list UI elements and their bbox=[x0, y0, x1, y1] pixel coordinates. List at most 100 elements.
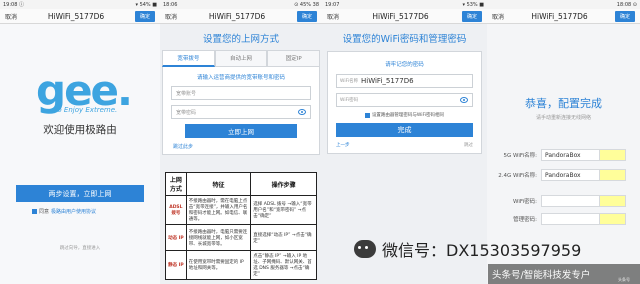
highlight-mark bbox=[600, 213, 626, 225]
info-key: WiFi密码: bbox=[513, 199, 537, 205]
network-title: HiWiFi_5177D6 bbox=[208, 11, 266, 21]
info-value: PandoraBox bbox=[541, 149, 600, 161]
connect-now-button[interactable]: 立即上网 bbox=[185, 124, 297, 138]
network-title: HiWiFi_5177D6 bbox=[47, 11, 105, 21]
info-key: 2.4G WiFi名称: bbox=[498, 173, 537, 179]
wifi-name-input[interactable]: WiFi名称 HiWiFi_5177D6 bbox=[336, 74, 473, 88]
agree-prefix: 同意 bbox=[39, 209, 50, 215]
welcome-panel: 19:08 ⓘ ▾ 54% ■ 取消 HiWiFi_5177D6 确定 gee.… bbox=[0, 0, 160, 284]
status-bar: 18:08 ⊙ bbox=[487, 0, 640, 9]
network-title: HiWiFi_5177D6 bbox=[372, 11, 429, 21]
wechat-watermark: 微信号：DX15303597959 bbox=[354, 238, 640, 260]
feature-cell: 不接路由器时，电脑只需要连接网线就能上网，如小区宽带、长城宽带等。 bbox=[185, 224, 252, 251]
status-left: 19:08 ⓘ bbox=[3, 2, 24, 8]
cancel-button[interactable]: 取消 bbox=[327, 12, 339, 21]
wechat-icon bbox=[354, 240, 376, 258]
status-right: 18:08 ⊙ bbox=[616, 1, 637, 8]
top-bar: 取消 HiWiFi_5177D6 确定 bbox=[322, 9, 487, 24]
page-title: 设置您的上网方式 bbox=[202, 34, 279, 45]
steps-cell: 点击“静态 IP” →输入 IP 地址、子网掩码、默认网关、首选 DNS 服务器… bbox=[250, 250, 317, 280]
account-placeholder: 宽带账号 bbox=[176, 90, 197, 97]
skip-link[interactable]: 跳过 bbox=[464, 142, 473, 148]
wechat-id-text: 微信号：DX15303597959 bbox=[382, 241, 582, 260]
two-step-setup-button[interactable]: 两步设置，立即上网 bbox=[16, 185, 144, 202]
agreement-row: 同意 极路由用户使用协议 bbox=[32, 208, 96, 215]
wifi-password-label: WiFi密码 bbox=[340, 98, 359, 103]
cancel-button[interactable]: 取消 bbox=[5, 12, 17, 21]
cancel-button[interactable]: 取消 bbox=[492, 12, 504, 21]
confirm-button[interactable]: 确定 bbox=[461, 10, 482, 22]
status-bar: 18:06 ⊙ 45% 38 bbox=[160, 0, 322, 9]
confirm-button[interactable]: 确定 bbox=[134, 10, 155, 22]
table-row: 动态 IP 不接路由器时，电脑只需要连接网线就能上网，如小区宽带、长城宽带等。 … bbox=[165, 224, 317, 251]
info-key: 5G WiFi名称: bbox=[503, 153, 538, 159]
credit-text: 头条号/智能科技发专户 bbox=[492, 270, 591, 281]
feature-cell: 不接路由器时，需在电脑上点击“宽带连接”，并输入用户名和密码才能上网。如电信、联… bbox=[185, 195, 252, 225]
highlight-mark bbox=[600, 149, 626, 161]
account-input[interactable]: 宽带账号 bbox=[171, 86, 311, 100]
finish-button[interactable]: 完成 bbox=[336, 123, 473, 137]
table-row: 静态 IP 在使用宽带时需要固定的 IP 地址和网关等。 点击“静态 IP” →… bbox=[165, 250, 317, 280]
password-input[interactable]: 宽带密码 bbox=[171, 105, 311, 119]
wifi-name-value: HiWiFi_5177D6 bbox=[361, 77, 414, 85]
form-links: 跳过此步 bbox=[171, 143, 311, 150]
same-password-checkbox[interactable] bbox=[364, 112, 370, 118]
page-title: 设置您的WiFi密码和管理密码 bbox=[342, 34, 467, 45]
same-password-option[interactable]: 设置路由器管理密码与WiFi密码相同 bbox=[336, 112, 473, 118]
mode-tabs: 宽带拨号 自动上网 固定IP bbox=[162, 50, 321, 67]
top-bar: 取消 HiWiFi_5177D6 确定 bbox=[487, 9, 640, 24]
agreement-link[interactable]: 极路由用户使用协议 bbox=[51, 208, 96, 215]
info-value bbox=[541, 213, 600, 225]
network-title: HiWiFi_5177D6 bbox=[531, 11, 588, 21]
eye-icon[interactable] bbox=[460, 97, 468, 103]
confirm-button[interactable]: 确定 bbox=[296, 10, 317, 22]
form-links: 上一步 跳过 bbox=[336, 142, 473, 148]
mode-cell: 动态 IP bbox=[165, 224, 187, 251]
tab-static-ip[interactable]: 固定IP bbox=[267, 50, 321, 67]
table-header: 操作步骤 bbox=[250, 172, 317, 196]
skip-step-link[interactable]: 跳过此步 bbox=[173, 143, 193, 150]
steps-cell: 选择 ADSL 拨号 →输入“宽带用户名”和“宽带密码” →点击“确定” bbox=[250, 195, 317, 225]
skip-guide-link[interactable]: 跳过向导，直接进入 bbox=[0, 245, 160, 251]
internet-mode-panel: 18:06 ⊙ 45% 38 取消 HiWiFi_5177D6 确定 设置您的上… bbox=[160, 0, 322, 284]
pppoe-form: 请输入运营商提供的宽带账号和密码 宽带账号 宽带密码 立即上网 跳过此步 bbox=[162, 67, 320, 155]
same-password-label: 设置路由器管理密码与WiFi密码相同 bbox=[371, 113, 445, 118]
previous-step-link[interactable]: 上一步 bbox=[336, 142, 350, 148]
collage-stage: 19:08 ⓘ ▾ 54% ■ 取消 HiWiFi_5177D6 确定 gee.… bbox=[0, 0, 640, 284]
info-row-5g: 5G WiFi名称: PandoraBox bbox=[493, 149, 626, 161]
wifi-password-input[interactable]: WiFi密码 bbox=[336, 93, 473, 107]
steps-cell: 直接选择“动态 IP” →点击“确定” bbox=[250, 224, 317, 251]
info-key: 管理密码: bbox=[513, 217, 537, 223]
info-value: PandoraBox bbox=[541, 169, 600, 181]
feature-cell: 在使用宽带时需要固定的 IP 地址和网关等。 bbox=[185, 250, 252, 280]
gee-tagline: Go Enjoy Extreme. bbox=[52, 106, 118, 114]
eye-icon[interactable] bbox=[298, 109, 306, 115]
mode-help-table: 上网方式 特征 操作步骤 ADSL拨号 不接路由器时，需在电脑上点击“宽带连接”… bbox=[165, 172, 317, 280]
tab-pppoe[interactable]: 宽带拨号 bbox=[162, 50, 215, 67]
table-header: 上网方式 bbox=[165, 172, 187, 196]
status-right: ▾ 53% ■ bbox=[462, 1, 484, 8]
mode-cell: ADSL拨号 bbox=[165, 195, 187, 225]
highlight-mark bbox=[600, 195, 626, 207]
wifi-name-label: WiFi名称 bbox=[340, 79, 359, 84]
status-right: ▾ 54% ■ bbox=[135, 1, 157, 8]
agree-checkbox[interactable] bbox=[32, 209, 37, 214]
wifi-form: 请牢记您的密码 WiFi名称 HiWiFi_5177D6 WiFi密码 设置路由… bbox=[327, 51, 482, 154]
top-bar: 取消 HiWiFi_5177D6 确定 bbox=[0, 9, 160, 24]
table-header: 特征 bbox=[185, 172, 252, 196]
highlight-mark bbox=[600, 169, 626, 181]
info-row-admin-password: 管理密码: bbox=[493, 213, 626, 225]
complete-subtitle: 请手动重新连接无线网络 bbox=[535, 115, 591, 121]
complete-title: 恭喜，配置完成 bbox=[525, 97, 602, 110]
credit-watermark: 头条号/智能科技发专户 头条号 bbox=[488, 264, 640, 284]
form-hint: 请输入运营商提供的宽带账号和密码 bbox=[196, 75, 285, 81]
welcome-text: 欢迎使用极路由 bbox=[43, 124, 117, 136]
credit-small-text: 头条号 bbox=[618, 277, 630, 282]
tab-dhcp[interactable]: 自动上网 bbox=[214, 50, 268, 67]
top-bar: 取消 HiWiFi_5177D6 确定 bbox=[160, 9, 322, 24]
mode-cell: 静态 IP bbox=[165, 250, 187, 280]
confirm-button[interactable]: 确定 bbox=[614, 10, 635, 22]
cancel-button[interactable]: 取消 bbox=[165, 12, 177, 21]
status-bar: 19:08 ⓘ ▾ 54% ■ bbox=[0, 0, 160, 9]
status-right: ⊙ 45% 38 bbox=[294, 1, 319, 8]
